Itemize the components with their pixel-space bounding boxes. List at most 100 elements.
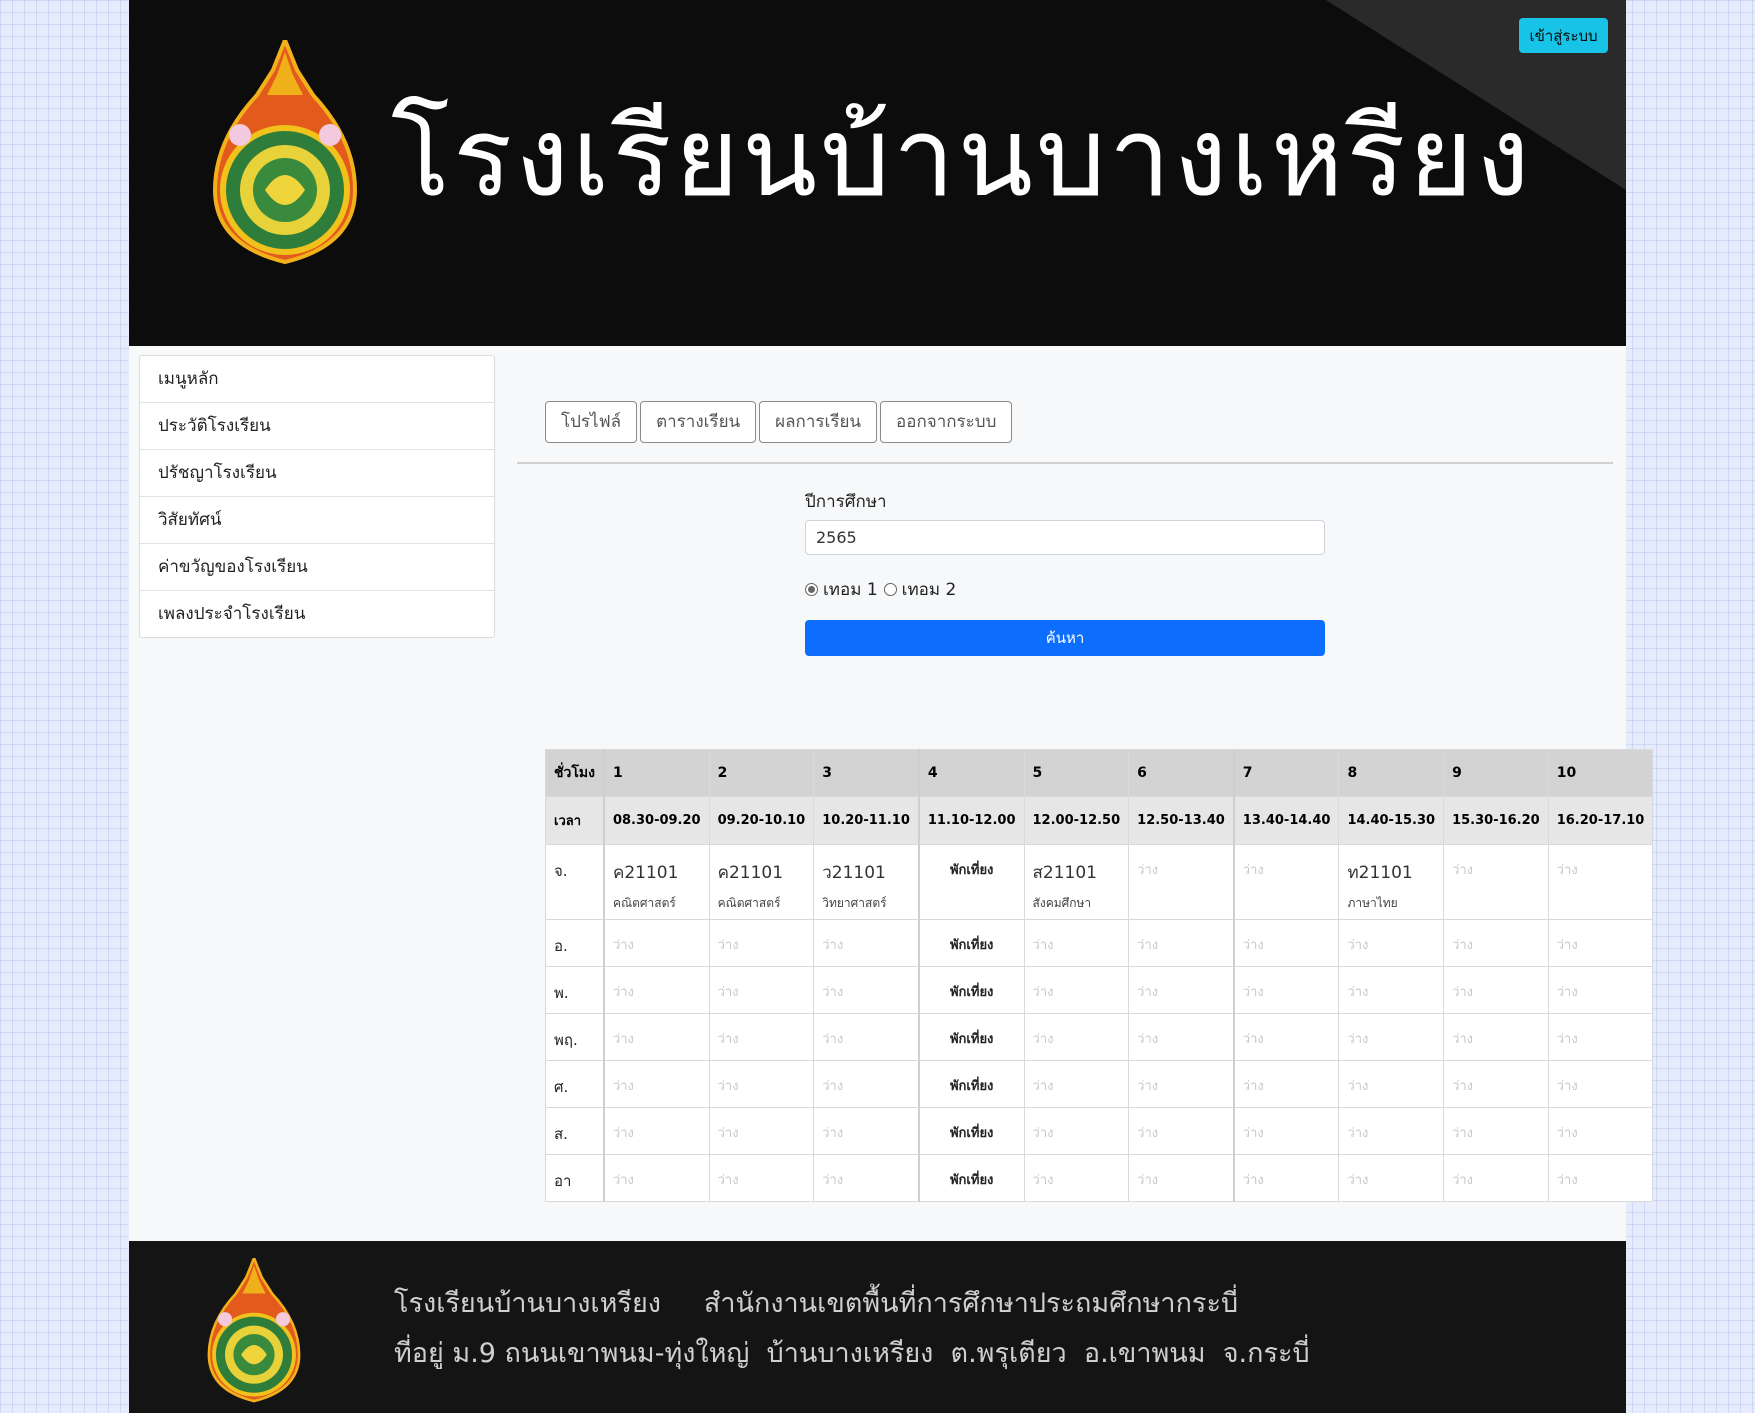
empty-cell: ว่าง [1232,966,1340,1014]
time-slot: 14.40-15.30 [1338,796,1445,845]
time-slot: 13.40-14.40 [1232,796,1340,845]
empty-cell: ว่าง [1547,919,1654,967]
table-row: พ. ว่าง ว่าง ว่าง พักเที่ยง ว่าง ว่าง ว่าง ว่างว… [544,966,1654,1014]
lunch-cell: พักเที่ยง [917,919,1025,967]
empty-cell: ว่าง [1443,844,1549,920]
empty-cell: ว่าง [1338,966,1445,1014]
day-label: อ. [544,919,605,967]
empty-cell: ว่าง [708,1154,815,1202]
lunch-cell: พักเที่ยง [917,1060,1025,1108]
empty-cell: ว่าง [1338,1107,1445,1155]
footer-school-line: โรงเรียนบ้านบางเหรียง สำนักงานเขตพื้นที่… [394,1288,1239,1319]
sidebar-item-vision[interactable]: วิสัยทัศน์ [140,497,494,544]
period-number: 10 [1547,749,1654,797]
lunch-cell: พักเที่ยง [917,1154,1025,1202]
tab-timetable[interactable]: ตารางเรียน [640,401,757,443]
empty-cell: ว่าง [708,919,815,967]
empty-cell: ว่าง [813,1013,920,1061]
lunch-cell: พักเที่ยง [917,1107,1025,1155]
empty-cell: ว่าง [603,1013,710,1061]
class-cell: ค21101 คณิตศาสตร์ [708,844,815,920]
empty-cell: ว่าง [1128,1107,1235,1155]
subject-code: ว21101 [822,863,886,883]
empty-cell: ว่าง [1023,1013,1130,1061]
footer-address-line: ที่อยู่ ม.9 ถนนเขาพนม-ทุ่งใหญ่ บ้านบางเห… [394,1338,1310,1369]
subject-code: ส21101 [1032,863,1097,883]
time-header-label: เวลา [544,796,605,845]
time-slot: 16.20-17.10 [1547,796,1654,845]
empty-cell: ว่าง [1023,1107,1130,1155]
empty-cell: ว่าง [708,1013,815,1061]
lunch-cell: พักเที่ยง [917,1013,1025,1061]
period-number: 7 [1232,749,1340,797]
school-emblem-logo-footer [207,1258,301,1403]
period-header-row: ชั่วโมง 1 2 3 4 5 6 7 8 9 10 [544,749,1654,797]
subject-code: ค21101 [717,863,784,883]
empty-cell: ว่าง [1232,844,1340,920]
empty-cell: ว่าง [1023,1154,1130,1202]
table-row: ส. ว่าง ว่าง ว่าง พักเที่ยง ว่าง ว่าง ว่าง ว่างว… [544,1107,1654,1155]
period-number: 8 [1338,749,1445,797]
time-slot: 15.30-16.20 [1443,796,1549,845]
empty-cell: ว่าง [603,1154,710,1202]
period-number: 1 [603,749,710,797]
school-emblem-logo [212,40,358,265]
sidebar-menu: เมนูหลัก ประวัติโรงเรียน ปรัชญาโรงเรียน … [139,355,495,638]
empty-cell: ว่าง [708,966,815,1014]
empty-cell: ว่าง [1443,1154,1549,1202]
sidebar-item-history[interactable]: ประวัติโรงเรียน [140,403,494,450]
empty-cell: ว่าง [813,1060,920,1108]
year-input[interactable] [805,520,1325,555]
empty-cell: ว่าง [1547,844,1654,920]
empty-cell: ว่าง [1338,1013,1445,1061]
empty-cell: ว่าง [708,1107,815,1155]
empty-cell: ว่าง [813,966,920,1014]
year-label: ปีการศึกษา [805,492,887,512]
empty-cell: ว่าง [1023,1060,1130,1108]
class-cell: ว21101 วิทยาศาสตร์ [813,844,920,920]
period-number: 9 [1443,749,1549,797]
tab-profile[interactable]: โปรไฟล์ [545,401,638,443]
class-cell: ท21101 ภาษาไทย [1338,844,1445,920]
class-cell: ส21101 สังคมศึกษา [1023,844,1130,920]
empty-cell: ว่าง [1443,1107,1549,1155]
school-title: โรงเรียนบ้านบางเหรียง [391,93,1533,221]
profile-tabs: โปรไฟล์ ตารางเรียน ผลการเรียน ออกจากระบบ [545,401,1015,443]
period-header-label: ชั่วโมง [544,749,605,797]
empty-cell: ว่าง [1443,1013,1549,1061]
empty-cell: ว่าง [1128,844,1235,920]
empty-cell: ว่าง [1232,1107,1340,1155]
empty-cell: ว่าง [603,919,710,967]
class-cell: ค21101 คณิตศาสตร์ [603,844,710,920]
day-label: อา [544,1154,605,1202]
subject-name: วิทยาศาสตร์ [822,896,887,910]
empty-cell: ว่าง [1023,919,1130,967]
empty-cell: ว่าง [708,1060,815,1108]
table-row-monday: จ. ค21101 คณิตศาสตร์ ค21101 คณิตศาสตร์ ว21… [544,844,1654,920]
empty-cell: ว่าง [1232,919,1340,967]
tab-results[interactable]: ผลการเรียน [759,401,878,443]
sidebar-item-main-menu[interactable]: เมนูหลัก [140,356,494,403]
sidebar-item-school-song[interactable]: เพลงประจำโรงเรียน [140,591,494,637]
period-number: 6 [1128,749,1235,797]
subject-code: ท21101 [1347,863,1413,883]
empty-cell: ว่าง [1128,1013,1235,1061]
term2-label: เทอม 2 [901,580,957,600]
time-slot: 09.20-10.10 [708,796,815,845]
table-row: พฤ. ว่าง ว่าง ว่าง พักเที่ยง ว่าง ว่าง ว่าง ว่าง… [544,1013,1654,1061]
empty-cell: ว่าง [1547,1107,1654,1155]
login-button[interactable]: เข้าสู่ระบบ [1519,18,1608,53]
search-button[interactable]: ค้นหา [805,620,1325,656]
time-slot: 11.10-12.00 [917,796,1025,845]
empty-cell: ว่าง [1547,966,1654,1014]
day-label: พฤ. [544,1013,605,1061]
sidebar-item-motto[interactable]: ค่าขวัญของโรงเรียน [140,544,494,591]
term2-radio[interactable] [883,583,897,596]
subject-name: คณิตศาสตร์ [717,896,781,910]
term1-radio[interactable] [805,583,818,596]
period-number: 4 [917,749,1025,797]
tab-logout[interactable]: ออกจากระบบ [880,401,1013,443]
sidebar-item-philosophy[interactable]: ปรัชญาโรงเรียน [140,450,494,497]
period-number: 3 [813,749,920,797]
empty-cell: ว่าง [1128,1154,1235,1202]
